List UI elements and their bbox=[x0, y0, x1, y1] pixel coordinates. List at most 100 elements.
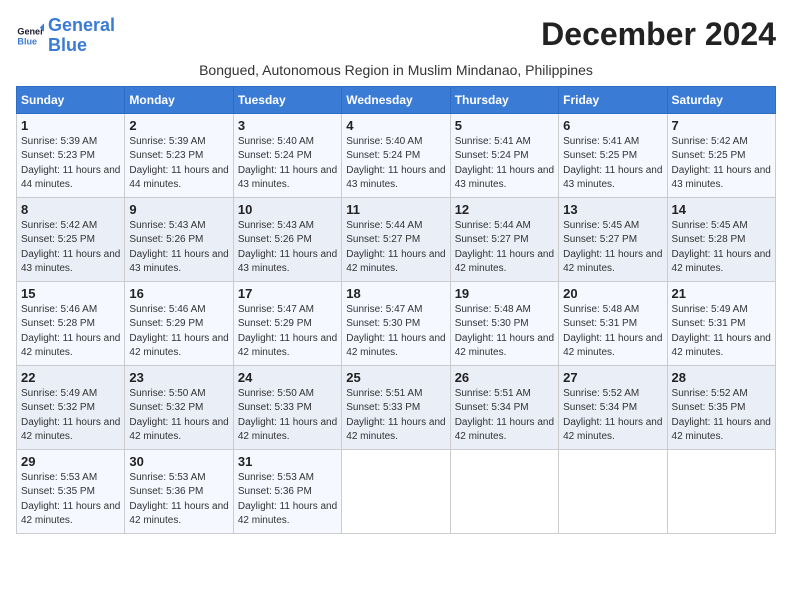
day-number: 15 bbox=[21, 286, 120, 301]
calendar-week-row: 22 Sunrise: 5:49 AMSunset: 5:32 PMDaylig… bbox=[17, 365, 776, 449]
svg-text:General: General bbox=[17, 26, 44, 36]
calendar-cell: 23 Sunrise: 5:50 AMSunset: 5:32 PMDaylig… bbox=[125, 365, 233, 449]
day-info: Sunrise: 5:40 AMSunset: 5:24 PMDaylight:… bbox=[238, 136, 337, 191]
day-info: Sunrise: 5:47 AMSunset: 5:29 PMDaylight:… bbox=[238, 304, 337, 359]
day-number: 13 bbox=[563, 202, 662, 217]
day-info: Sunrise: 5:41 AMSunset: 5:24 PMDaylight:… bbox=[455, 136, 554, 191]
day-info: Sunrise: 5:41 AMSunset: 5:25 PMDaylight:… bbox=[563, 136, 662, 191]
calendar-cell: 7 Sunrise: 5:42 AMSunset: 5:25 PMDayligh… bbox=[667, 113, 775, 197]
calendar-cell: 26 Sunrise: 5:51 AMSunset: 5:34 PMDaylig… bbox=[450, 365, 558, 449]
day-number: 23 bbox=[129, 370, 228, 385]
day-number: 10 bbox=[238, 202, 337, 217]
calendar-cell: 24 Sunrise: 5:50 AMSunset: 5:33 PMDaylig… bbox=[233, 365, 341, 449]
day-info: Sunrise: 5:42 AMSunset: 5:25 PMDaylight:… bbox=[672, 136, 771, 191]
day-info: Sunrise: 5:45 AMSunset: 5:27 PMDaylight:… bbox=[563, 220, 662, 275]
column-header-thursday: Thursday bbox=[450, 86, 558, 113]
day-number: 28 bbox=[672, 370, 771, 385]
calendar-cell: 2 Sunrise: 5:39 AMSunset: 5:23 PMDayligh… bbox=[125, 113, 233, 197]
column-header-friday: Friday bbox=[559, 86, 667, 113]
calendar-cell: 30 Sunrise: 5:53 AMSunset: 5:36 PMDaylig… bbox=[125, 449, 233, 533]
day-number: 29 bbox=[21, 454, 120, 469]
calendar-cell: 8 Sunrise: 5:42 AMSunset: 5:25 PMDayligh… bbox=[17, 197, 125, 281]
calendar-cell: 6 Sunrise: 5:41 AMSunset: 5:25 PMDayligh… bbox=[559, 113, 667, 197]
logo-icon: General Blue bbox=[16, 22, 44, 50]
logo: General Blue General Blue bbox=[16, 16, 115, 56]
day-number: 7 bbox=[672, 118, 771, 133]
day-number: 18 bbox=[346, 286, 445, 301]
day-info: Sunrise: 5:48 AMSunset: 5:30 PMDaylight:… bbox=[455, 304, 554, 359]
column-header-tuesday: Tuesday bbox=[233, 86, 341, 113]
day-number: 5 bbox=[455, 118, 554, 133]
calendar-cell bbox=[450, 449, 558, 533]
calendar-cell: 1 Sunrise: 5:39 AMSunset: 5:23 PMDayligh… bbox=[17, 113, 125, 197]
column-header-wednesday: Wednesday bbox=[342, 86, 450, 113]
calendar-cell: 5 Sunrise: 5:41 AMSunset: 5:24 PMDayligh… bbox=[450, 113, 558, 197]
calendar-cell: 12 Sunrise: 5:44 AMSunset: 5:27 PMDaylig… bbox=[450, 197, 558, 281]
day-info: Sunrise: 5:48 AMSunset: 5:31 PMDaylight:… bbox=[563, 304, 662, 359]
calendar-week-row: 8 Sunrise: 5:42 AMSunset: 5:25 PMDayligh… bbox=[17, 197, 776, 281]
day-number: 24 bbox=[238, 370, 337, 385]
day-info: Sunrise: 5:43 AMSunset: 5:26 PMDaylight:… bbox=[238, 220, 337, 275]
calendar-cell: 19 Sunrise: 5:48 AMSunset: 5:30 PMDaylig… bbox=[450, 281, 558, 365]
calendar-cell: 13 Sunrise: 5:45 AMSunset: 5:27 PMDaylig… bbox=[559, 197, 667, 281]
calendar-cell: 3 Sunrise: 5:40 AMSunset: 5:24 PMDayligh… bbox=[233, 113, 341, 197]
day-info: Sunrise: 5:40 AMSunset: 5:24 PMDaylight:… bbox=[346, 136, 445, 191]
day-info: Sunrise: 5:53 AMSunset: 5:36 PMDaylight:… bbox=[238, 472, 337, 527]
day-info: Sunrise: 5:45 AMSunset: 5:28 PMDaylight:… bbox=[672, 220, 771, 275]
calendar-cell: 11 Sunrise: 5:44 AMSunset: 5:27 PMDaylig… bbox=[342, 197, 450, 281]
column-header-sunday: Sunday bbox=[17, 86, 125, 113]
day-number: 30 bbox=[129, 454, 228, 469]
calendar-cell: 21 Sunrise: 5:49 AMSunset: 5:31 PMDaylig… bbox=[667, 281, 775, 365]
calendar-cell bbox=[667, 449, 775, 533]
day-number: 16 bbox=[129, 286, 228, 301]
calendar-cell bbox=[559, 449, 667, 533]
day-info: Sunrise: 5:53 AMSunset: 5:35 PMDaylight:… bbox=[21, 472, 120, 527]
calendar-cell: 28 Sunrise: 5:52 AMSunset: 5:35 PMDaylig… bbox=[667, 365, 775, 449]
calendar-week-row: 15 Sunrise: 5:46 AMSunset: 5:28 PMDaylig… bbox=[17, 281, 776, 365]
day-info: Sunrise: 5:46 AMSunset: 5:29 PMDaylight:… bbox=[129, 304, 228, 359]
column-header-monday: Monday bbox=[125, 86, 233, 113]
day-info: Sunrise: 5:46 AMSunset: 5:28 PMDaylight:… bbox=[21, 304, 120, 359]
calendar-cell: 20 Sunrise: 5:48 AMSunset: 5:31 PMDaylig… bbox=[559, 281, 667, 365]
day-info: Sunrise: 5:39 AMSunset: 5:23 PMDaylight:… bbox=[129, 136, 228, 191]
calendar-cell: 18 Sunrise: 5:47 AMSunset: 5:30 PMDaylig… bbox=[342, 281, 450, 365]
day-info: Sunrise: 5:52 AMSunset: 5:35 PMDaylight:… bbox=[672, 388, 771, 443]
calendar-header-row: SundayMondayTuesdayWednesdayThursdayFrid… bbox=[17, 86, 776, 113]
calendar-cell: 4 Sunrise: 5:40 AMSunset: 5:24 PMDayligh… bbox=[342, 113, 450, 197]
day-info: Sunrise: 5:43 AMSunset: 5:26 PMDaylight:… bbox=[129, 220, 228, 275]
day-number: 20 bbox=[563, 286, 662, 301]
day-number: 11 bbox=[346, 202, 445, 217]
day-number: 22 bbox=[21, 370, 120, 385]
day-number: 17 bbox=[238, 286, 337, 301]
calendar-cell: 14 Sunrise: 5:45 AMSunset: 5:28 PMDaylig… bbox=[667, 197, 775, 281]
day-info: Sunrise: 5:39 AMSunset: 5:23 PMDaylight:… bbox=[21, 136, 120, 191]
day-number: 31 bbox=[238, 454, 337, 469]
calendar-cell: 27 Sunrise: 5:52 AMSunset: 5:34 PMDaylig… bbox=[559, 365, 667, 449]
calendar-cell: 22 Sunrise: 5:49 AMSunset: 5:32 PMDaylig… bbox=[17, 365, 125, 449]
day-number: 12 bbox=[455, 202, 554, 217]
day-number: 4 bbox=[346, 118, 445, 133]
logo-line2: Blue bbox=[48, 35, 87, 55]
svg-text:Blue: Blue bbox=[17, 36, 37, 46]
day-number: 19 bbox=[455, 286, 554, 301]
day-number: 8 bbox=[21, 202, 120, 217]
page-title: December 2024 bbox=[541, 16, 776, 53]
logo-line1: General bbox=[48, 15, 115, 35]
day-number: 2 bbox=[129, 118, 228, 133]
day-number: 21 bbox=[672, 286, 771, 301]
day-info: Sunrise: 5:49 AMSunset: 5:32 PMDaylight:… bbox=[21, 388, 120, 443]
day-info: Sunrise: 5:42 AMSunset: 5:25 PMDaylight:… bbox=[21, 220, 120, 275]
day-info: Sunrise: 5:47 AMSunset: 5:30 PMDaylight:… bbox=[346, 304, 445, 359]
calendar-cell: 10 Sunrise: 5:43 AMSunset: 5:26 PMDaylig… bbox=[233, 197, 341, 281]
calendar-table: SundayMondayTuesdayWednesdayThursdayFrid… bbox=[16, 86, 776, 534]
calendar-body: 1 Sunrise: 5:39 AMSunset: 5:23 PMDayligh… bbox=[17, 113, 776, 533]
day-number: 6 bbox=[563, 118, 662, 133]
day-number: 1 bbox=[21, 118, 120, 133]
day-info: Sunrise: 5:49 AMSunset: 5:31 PMDaylight:… bbox=[672, 304, 771, 359]
day-number: 9 bbox=[129, 202, 228, 217]
calendar-cell: 25 Sunrise: 5:51 AMSunset: 5:33 PMDaylig… bbox=[342, 365, 450, 449]
day-info: Sunrise: 5:53 AMSunset: 5:36 PMDaylight:… bbox=[129, 472, 228, 527]
calendar-cell bbox=[342, 449, 450, 533]
calendar-cell: 31 Sunrise: 5:53 AMSunset: 5:36 PMDaylig… bbox=[233, 449, 341, 533]
calendar-cell: 16 Sunrise: 5:46 AMSunset: 5:29 PMDaylig… bbox=[125, 281, 233, 365]
